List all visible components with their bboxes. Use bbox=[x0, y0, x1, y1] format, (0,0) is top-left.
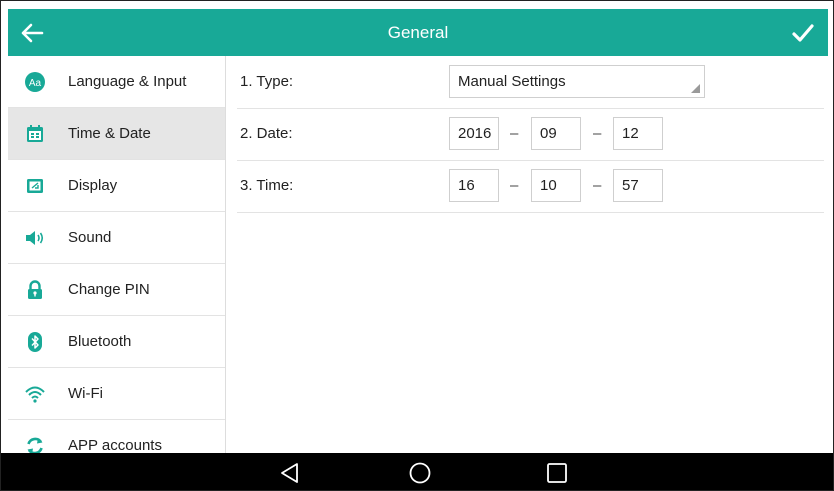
date-row: 2. Date: 2016 – 09 – 12 bbox=[237, 108, 824, 161]
language-icon: Aa bbox=[24, 71, 46, 93]
time-minute-field[interactable]: 10 bbox=[531, 169, 581, 202]
date-label: 2. Date: bbox=[240, 125, 293, 142]
sidebar-item-label: Wi-Fi bbox=[68, 385, 103, 402]
type-row: 1. Type: Manual Settings bbox=[237, 56, 824, 109]
sidebar-item-label: Change PIN bbox=[68, 281, 150, 298]
sidebar-item-display[interactable]: Display bbox=[8, 160, 225, 212]
wifi-icon bbox=[24, 383, 46, 405]
nav-home-circle-icon bbox=[409, 462, 431, 484]
sidebar-item-sound[interactable]: Sound bbox=[8, 212, 225, 264]
time-row: 3. Time: 16 – 10 – 57 bbox=[237, 160, 824, 213]
date-day-field[interactable]: 12 bbox=[613, 117, 663, 150]
date-year-field[interactable]: 2016 bbox=[449, 117, 499, 150]
calendar-icon bbox=[24, 123, 46, 145]
speaker-icon bbox=[24, 227, 46, 249]
checkmark-icon bbox=[792, 24, 814, 42]
date-separator: – bbox=[510, 125, 519, 142]
time-separator: – bbox=[593, 177, 602, 194]
time-separator: – bbox=[510, 177, 519, 194]
nav-home-button[interactable] bbox=[407, 461, 433, 485]
nav-recents-button[interactable] bbox=[544, 461, 570, 485]
nav-back-triangle-icon bbox=[281, 463, 298, 483]
sidebar-item-label: Bluetooth bbox=[68, 333, 132, 350]
nav-recents-square-icon bbox=[547, 463, 567, 483]
type-select-value: Manual Settings bbox=[458, 73, 566, 90]
bluetooth-icon bbox=[24, 331, 46, 353]
display-icon bbox=[24, 175, 46, 197]
settings-sidebar: Aa Language & Input Time & Date Display … bbox=[8, 56, 226, 453]
dropdown-corner-icon bbox=[691, 84, 700, 93]
date-month-field[interactable]: 09 bbox=[531, 117, 581, 150]
header-bar: General bbox=[8, 9, 828, 56]
save-button[interactable] bbox=[790, 21, 816, 45]
system-nav-bar bbox=[1, 453, 833, 490]
device-screen: General Aa Language & Input Time & Date … bbox=[0, 0, 834, 491]
nav-back-button[interactable] bbox=[277, 461, 303, 485]
sidebar-item-label: Display bbox=[68, 177, 118, 194]
svg-text:Aa: Aa bbox=[29, 78, 42, 89]
sidebar-item-bluetooth[interactable]: Bluetooth bbox=[8, 316, 225, 368]
sidebar-item-label: Time & Date bbox=[68, 125, 151, 142]
sidebar-item-label: Sound bbox=[68, 229, 112, 246]
settings-content: 1. Type: Manual Settings 2. Date: 2016 –… bbox=[226, 56, 828, 453]
time-second-field[interactable]: 57 bbox=[613, 169, 663, 202]
page-title: General bbox=[387, 23, 449, 42]
sidebar-item-label: APP accounts bbox=[68, 437, 162, 453]
sidebar-item-change-pin[interactable]: Change PIN bbox=[8, 264, 225, 316]
lock-icon bbox=[24, 279, 46, 301]
sidebar-item-app-accounts[interactable]: APP accounts bbox=[8, 420, 225, 453]
type-label: 1. Type: bbox=[240, 73, 294, 90]
sidebar-item-language-input[interactable]: Aa Language & Input bbox=[8, 56, 225, 108]
type-select[interactable]: Manual Settings bbox=[449, 65, 705, 98]
sync-icon bbox=[24, 435, 46, 453]
time-label: 3. Time: bbox=[240, 177, 294, 194]
sidebar-item-time-date[interactable]: Time & Date bbox=[8, 108, 225, 160]
sidebar-item-wifi[interactable]: Wi-Fi bbox=[8, 368, 225, 420]
sidebar-item-label: Language & Input bbox=[68, 73, 187, 90]
time-hour-field[interactable]: 16 bbox=[449, 169, 499, 202]
date-separator: – bbox=[593, 125, 602, 142]
